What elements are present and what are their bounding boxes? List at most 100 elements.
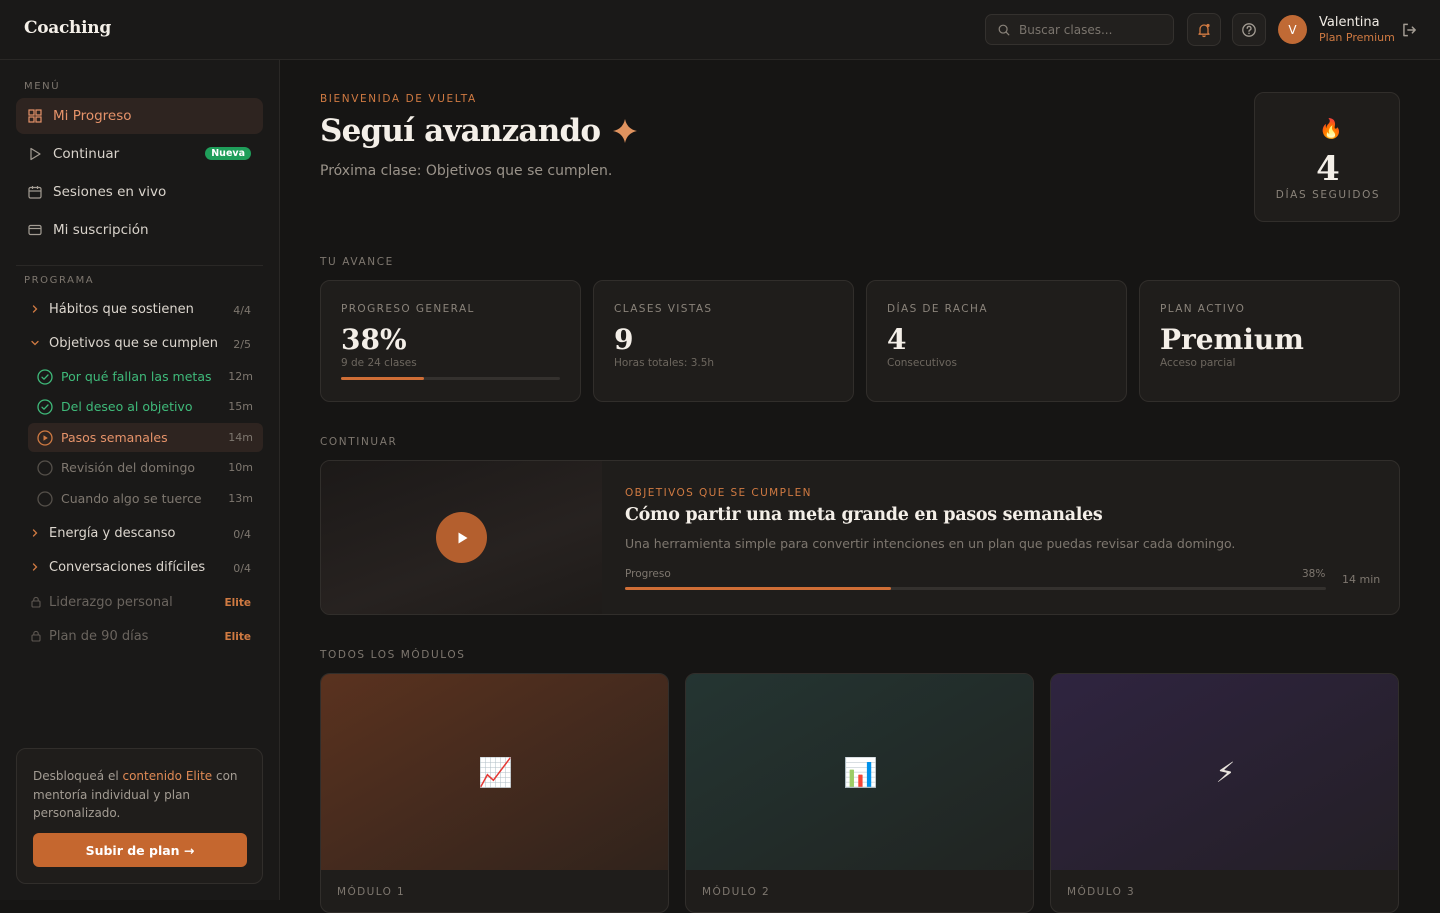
lesson-duration: 10m — [228, 461, 253, 474]
streak-value: 4 — [1316, 149, 1340, 189]
module-card[interactable]: 📈 MÓDULO 1 — [320, 673, 669, 913]
module-card[interactable]: 📊 MÓDULO 2 — [685, 673, 1034, 913]
lock-icon — [31, 596, 41, 608]
lesson-item-current[interactable]: Pasos semanales 14m — [28, 423, 263, 452]
module-count: 4/4 — [233, 304, 251, 317]
search-box[interactable] — [985, 14, 1174, 45]
lesson-item[interactable]: Del deseo al objetivo 15m — [28, 392, 263, 421]
bell-icon — [1198, 23, 1210, 37]
module-habitos[interactable]: Hábitos que sostienen 4/4 — [28, 297, 263, 325]
main-content: BIENVENIDA DE VUELTA Seguí avanzando Pró… — [281, 60, 1440, 913]
module-label: Conversaciones difíciles — [49, 560, 206, 575]
stat-sub: Consecutivos — [887, 357, 957, 369]
continue-progress-bar — [625, 587, 1326, 590]
progress-bar-fill — [341, 377, 425, 380]
chevron-right-icon — [32, 305, 38, 313]
lesson-duration: 13m — [228, 492, 253, 505]
play-circle-icon — [37, 430, 53, 446]
lesson-duration: 15m — [228, 400, 253, 413]
lesson-duration: 12m — [228, 370, 253, 383]
stat-sub: Acceso parcial — [1160, 357, 1236, 369]
play-icon — [458, 532, 467, 543]
progress-label: Progreso — [625, 568, 671, 580]
sidebar-item-label: Mi suscripción — [53, 222, 149, 238]
lesson-item[interactable]: Revisión del domingo 10m — [28, 453, 263, 482]
module-count: 2/5 — [233, 338, 251, 351]
stat-sub: Horas totales: 3.5h — [614, 357, 715, 369]
lesson-item[interactable]: Cuando algo se tuerce 13m — [28, 484, 263, 513]
page-title: Seguí avanzando — [320, 113, 638, 149]
elite-tag: Elite — [224, 631, 251, 643]
empty-circle-icon — [37, 491, 53, 507]
module-thumbnail: ⚡ — [1051, 674, 1398, 870]
new-badge: Nueva — [205, 147, 251, 160]
continue-title[interactable]: Cómo partir una meta grande en pasos sem… — [625, 505, 1103, 525]
menu-section-label: MENÚ — [24, 81, 61, 92]
lightning-icon: ⚡ — [1215, 755, 1236, 789]
module-count: 0/4 — [233, 528, 251, 541]
module-card-label: MÓDULO 3 — [1067, 886, 1136, 898]
module-objetivos[interactable]: Objetivos que se cumplen 2/5 — [28, 331, 263, 359]
sidebar-item-sesiones[interactable]: Sesiones en vivo — [16, 174, 263, 210]
sidebar: MENÚ Mi Progreso Continuar Nueva Sesione… — [0, 60, 280, 900]
upgrade-plan-button[interactable]: Subir de plan → — [33, 833, 247, 867]
module-card-label: MÓDULO 2 — [702, 886, 771, 898]
sidebar-item-label: Mi Progreso — [53, 108, 132, 124]
continue-progress-fill — [625, 587, 892, 590]
notifications-button[interactable] — [1187, 13, 1221, 46]
stat-label: CLASES VISTAS — [614, 303, 713, 315]
stat-card-streak: DÍAS DE RACHA 4 Consecutivos — [866, 280, 1127, 402]
stat-value: Premium — [1160, 323, 1304, 356]
play-button[interactable] — [436, 512, 487, 563]
lesson-item[interactable]: Por qué fallan las metas 12m — [28, 362, 263, 391]
modules-section-label: TODOS LOS MÓDULOS — [320, 649, 466, 661]
module-card[interactable]: ⚡ MÓDULO 3 — [1050, 673, 1399, 913]
module-thumbnail: 📈 — [321, 674, 668, 870]
streak-card: 🔥 4 DÍAS SEGUIDOS — [1254, 92, 1400, 222]
module-thumbnail: 📊 — [686, 674, 1033, 870]
elite-tag: Elite — [224, 597, 251, 609]
search-input[interactable] — [1019, 15, 1169, 44]
continue-module-kicker: OBJETIVOS QUE SE CUMPLEN — [625, 487, 812, 499]
stat-card-progress: PROGRESO GENERAL 38% 9 de 24 clases — [320, 280, 581, 402]
stat-card-plan: PLAN ACTIVO Premium Acceso parcial — [1139, 280, 1400, 402]
sidebar-item-suscripcion[interactable]: Mi suscripción — [16, 212, 263, 248]
logout-icon[interactable] — [1400, 21, 1418, 39]
chart-up-icon: 📈 — [478, 755, 513, 789]
avatar[interactable]: V — [1278, 15, 1307, 44]
module-label: Liderazgo personal — [49, 595, 173, 610]
sidebar-item-mi-progreso[interactable]: Mi Progreso — [16, 98, 263, 134]
lesson-label: Cuando algo se tuerce — [61, 491, 202, 506]
lesson-label: Del deseo al objetivo — [61, 399, 193, 414]
sidebar-item-label: Sesiones en vivo — [53, 184, 167, 200]
progress-bar — [341, 377, 560, 380]
grid-icon — [28, 109, 42, 123]
module-label: Energía y descanso — [49, 526, 176, 541]
stat-card-classes: CLASES VISTAS 9 Horas totales: 3.5h — [593, 280, 854, 402]
program-section-label: PROGRAMA — [24, 275, 95, 286]
chevron-right-icon — [32, 563, 38, 571]
sidebar-item-continuar[interactable]: Continuar Nueva — [16, 136, 263, 172]
calendar-icon — [28, 186, 42, 199]
play-outline-icon — [30, 147, 41, 161]
video-thumbnail[interactable] — [321, 461, 602, 614]
chevron-down-icon — [31, 340, 39, 346]
chevron-right-icon — [32, 529, 38, 537]
continue-card[interactable]: OBJETIVOS QUE SE CUMPLEN Cómo partir una… — [320, 460, 1400, 615]
module-liderazgo-locked[interactable]: Liderazgo personal Elite — [28, 590, 263, 618]
continue-description: Una herramienta simple para convertir in… — [625, 536, 1236, 551]
top-bar: Coaching V Valentina Plan Premium — [0, 0, 1440, 60]
app-logo[interactable]: Coaching — [24, 18, 111, 38]
help-button[interactable] — [1232, 13, 1266, 46]
progress-section-label: TU AVANCE — [320, 256, 394, 268]
module-plan-90-locked[interactable]: Plan de 90 días Elite — [28, 624, 263, 652]
lesson-label: Por qué fallan las metas — [61, 369, 212, 384]
lesson-duration: 14m — [228, 431, 253, 444]
empty-circle-icon — [37, 460, 53, 476]
module-conversaciones[interactable]: Conversaciones difíciles 0/4 — [28, 555, 263, 583]
module-energia[interactable]: Energía y descanso 0/4 — [28, 521, 263, 549]
user-name: Valentina — [1319, 15, 1380, 30]
lesson-label: Pasos semanales — [61, 430, 168, 445]
welcome-kicker: BIENVENIDA DE VUELTA — [320, 93, 477, 105]
bar-chart-icon: 📊 — [843, 755, 878, 789]
